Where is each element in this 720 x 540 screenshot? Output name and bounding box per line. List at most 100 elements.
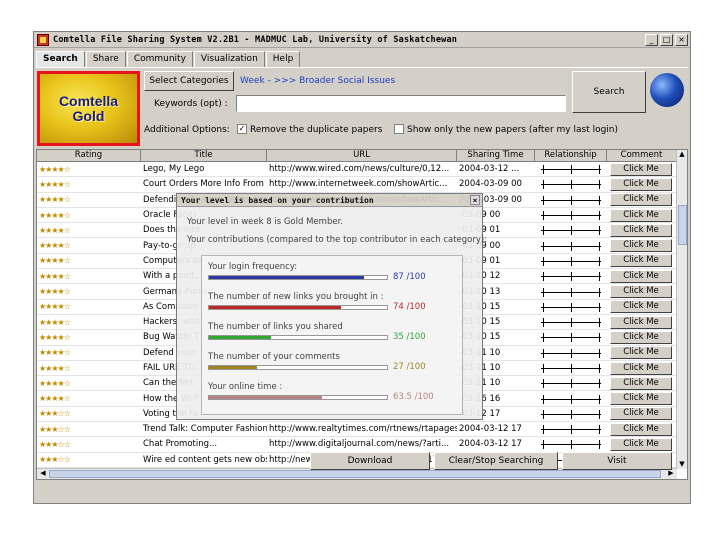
column-relationship[interactable]: Relationship (535, 150, 607, 162)
relationship-slider[interactable] (535, 164, 607, 175)
close-button[interactable]: × (675, 34, 688, 46)
scroll-up-icon[interactable]: ▲ (677, 150, 687, 159)
column-sharing-time[interactable]: Sharing Time (457, 150, 535, 162)
metric-bar-fill (209, 366, 258, 369)
slider-tick (543, 333, 544, 343)
comment-click-me-button[interactable]: Click Me (610, 437, 672, 451)
comment-click-me-button[interactable]: Click Me (610, 193, 672, 207)
slider-tick (571, 165, 572, 175)
table-row[interactable]: ★★★☆☆ Trend Talk: Computer Fashion http://… (37, 422, 677, 438)
comment-click-me-button[interactable]: Click Me (610, 208, 672, 222)
slider-tick (543, 226, 544, 236)
slider-tick (599, 318, 600, 328)
relationship-slider[interactable] (535, 378, 607, 389)
clear-stop-button[interactable]: Clear/Stop Searching (434, 452, 558, 470)
comment-click-me-button[interactable]: Click Me (610, 315, 672, 329)
tab-share[interactable]: Share (85, 51, 126, 67)
column-url[interactable]: URL (267, 150, 457, 162)
row-sharing-time: 2004-03-12 17 (459, 439, 522, 450)
comment-click-me-button[interactable]: Click Me (610, 392, 672, 406)
rating-stars: ★★★★☆ (39, 195, 71, 205)
slider-tick (571, 180, 572, 190)
metric-label: Your online time : (208, 382, 283, 392)
column-comment[interactable]: Comment (607, 150, 677, 162)
relationship-slider[interactable] (535, 302, 607, 312)
download-button[interactable]: Download (310, 452, 430, 470)
visit-button[interactable]: Visit (562, 452, 672, 470)
metric-bar-fill (209, 336, 272, 339)
slider-tick (571, 241, 572, 251)
relationship-slider[interactable] (535, 225, 607, 236)
relationship-slider[interactable] (535, 348, 607, 358)
relationship-slider[interactable] (535, 195, 607, 205)
slider-tick (599, 364, 600, 373)
table-row[interactable]: ★★★☆☆ Chat Promoting... http://www.digital… (37, 437, 677, 453)
tab-help[interactable]: Help (265, 51, 301, 67)
relationship-slider[interactable] (535, 424, 607, 435)
relationship-slider[interactable] (535, 241, 607, 251)
select-categories-button[interactable]: Select Categories (144, 71, 234, 91)
slider-tick (599, 195, 600, 205)
comment-click-me-button[interactable]: Click Me (610, 285, 672, 299)
scroll-down-icon[interactable]: ▼ (677, 460, 687, 469)
dialog-close-icon[interactable]: × (470, 195, 480, 205)
column-title[interactable]: Title (141, 150, 267, 162)
rating-stars: ★★★★☆ (39, 210, 71, 220)
comment-click-me-button[interactable]: Click Me (610, 330, 672, 344)
keywords-input[interactable] (236, 95, 566, 112)
comment-click-me-button[interactable]: Click Me (610, 269, 672, 283)
remove-duplicates-checkbox[interactable]: ✓ (237, 124, 247, 134)
additional-options-label: Additional Options: (144, 125, 230, 135)
minimize-button[interactable]: _ (645, 34, 658, 46)
comment-click-me-button[interactable]: Click Me (610, 177, 672, 191)
comment-click-me-button[interactable]: Click Me (610, 223, 672, 237)
relationship-slider[interactable] (535, 332, 607, 343)
remove-duplicates-label: Remove the duplicate papers (250, 125, 383, 135)
metric-bar-fill (209, 306, 341, 309)
relationship-slider[interactable] (535, 317, 607, 328)
relationship-slider[interactable] (535, 409, 607, 419)
comment-click-me-button[interactable]: Click Me (610, 376, 672, 390)
vertical-scroll-thumb[interactable] (678, 205, 687, 245)
slider-tick (599, 379, 600, 389)
dialog-title-bar[interactable]: Your level is based on your contribution… (177, 194, 482, 207)
comment-click-me-button[interactable]: Click Me (610, 361, 672, 375)
horizontal-scroll-thumb[interactable] (49, 470, 661, 478)
comment-click-me-button[interactable]: Click Me (610, 162, 672, 176)
relationship-slider[interactable] (535, 439, 607, 450)
relationship-slider[interactable] (535, 210, 607, 221)
relationship-slider[interactable] (535, 179, 607, 190)
tab-community[interactable]: Community (126, 51, 193, 67)
new-papers-only-checkbox[interactable] (394, 124, 404, 134)
vertical-scrollbar[interactable]: ▲ ▼ (676, 150, 687, 469)
slider-tick (599, 165, 600, 175)
row-url: http://www.internetweek.com/showArtic... (269, 179, 448, 190)
maximize-button[interactable]: □ (660, 34, 673, 46)
table-row[interactable]: ★★★★☆ Lego, My Lego http://www.wired.com/n… (37, 162, 677, 178)
relationship-slider[interactable] (535, 271, 607, 282)
column-rating[interactable]: Rating (37, 150, 141, 162)
scroll-left-icon[interactable]: ◀ (38, 469, 48, 478)
relationship-slider[interactable] (535, 394, 607, 404)
comment-click-me-button[interactable]: Click Me (610, 422, 672, 436)
title-bar[interactable]: Comtella File Sharing System V2.2B1 - MA… (34, 32, 690, 48)
relationship-slider[interactable] (535, 363, 607, 373)
metric-value: 74 /100 (393, 302, 426, 312)
relationship-slider[interactable] (535, 287, 607, 297)
comment-click-me-button[interactable]: Click Me (610, 407, 672, 421)
comment-click-me-button[interactable]: Click Me (610, 346, 672, 360)
metric-bar-fill (209, 276, 364, 279)
table-row[interactable]: ★★★★☆ Court Orders More Info From S... htt… (37, 177, 677, 193)
tab-search[interactable]: Search (36, 51, 85, 67)
rating-stars: ★★★★☆ (39, 378, 71, 388)
relationship-slider[interactable] (535, 256, 607, 266)
comment-click-me-button[interactable]: Click Me (610, 239, 672, 253)
comment-click-me-button[interactable]: Click Me (610, 254, 672, 268)
category-path[interactable]: Week - >>> Broader Social Issues (240, 76, 395, 86)
search-button[interactable]: Search (572, 71, 646, 113)
rating-stars: ★★★★☆ (39, 225, 71, 235)
slider-tick (599, 287, 600, 297)
comment-click-me-button[interactable]: Click Me (610, 300, 672, 314)
tab-visualization[interactable]: Visualization (193, 51, 265, 67)
scroll-right-icon[interactable]: ▶ (666, 469, 676, 478)
